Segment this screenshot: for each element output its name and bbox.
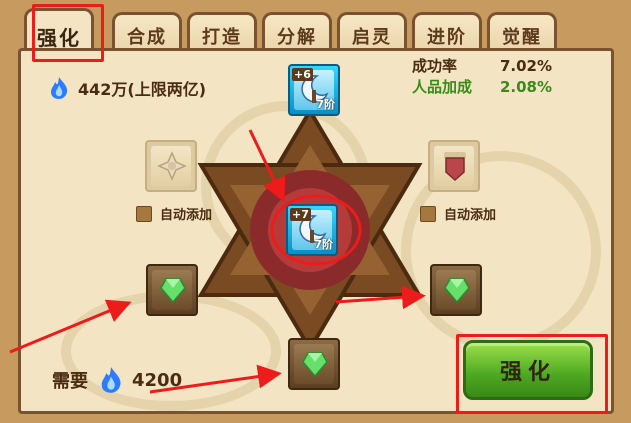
game-window: 强化 合成 打造 分解 启灵 进阶 觉醒 442万(上限两亿) 成功率 7.02… xyxy=(0,0,631,423)
annotation-arrows xyxy=(9,129,426,394)
